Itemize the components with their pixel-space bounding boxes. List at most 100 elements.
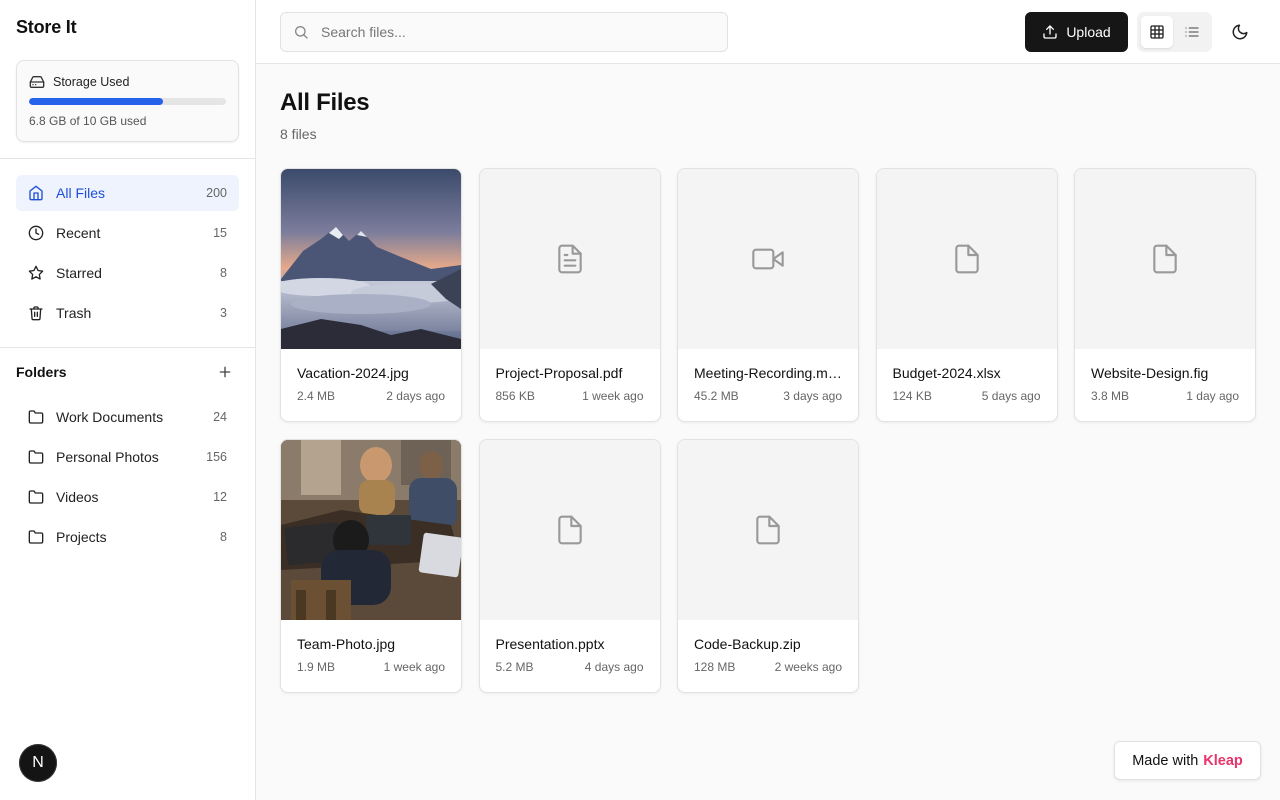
file-size: 128 MB [694, 660, 736, 674]
folder-count: 12 [213, 490, 227, 504]
folder-item-videos[interactable]: Videos 12 [16, 479, 239, 515]
upload-icon [1042, 24, 1058, 40]
view-toggle [1137, 12, 1212, 52]
folder-count: 24 [213, 410, 227, 424]
file-card[interactable]: Team-Photo.jpg 1.9 MB 1 week ago [280, 439, 462, 693]
folders-title: Folders [16, 364, 67, 380]
folder-icon [28, 489, 44, 505]
sidebar-item-label: All Files [56, 185, 106, 201]
folder-item-projects[interactable]: Projects 8 [16, 519, 239, 555]
folder-label: Videos [56, 489, 99, 505]
main-nav: All Files 200 Recent 15 Starred 8 Trash … [16, 175, 239, 335]
avatar[interactable]: N [19, 744, 57, 782]
file-name: Website-Design.fig [1091, 365, 1209, 381]
file-thumbnail [281, 440, 461, 620]
file-thumbnail [479, 440, 660, 620]
list-icon [1185, 27, 1199, 37]
file-date: 2 weeks ago [774, 660, 842, 674]
search-input[interactable] [321, 24, 701, 40]
app-title: Store It [16, 17, 77, 37]
plus-icon [219, 366, 231, 378]
sidebar-item-count: 8 [220, 266, 227, 280]
file-size: 856 KB [495, 389, 535, 403]
file-icon [954, 244, 979, 274]
file-thumbnail [281, 169, 461, 349]
file-card[interactable]: Website-Design.fig 3.8 MB 1 day ago [1074, 168, 1256, 422]
document-icon [557, 244, 582, 274]
file-name: Team-Photo.jpg [297, 636, 396, 652]
storage-progress-fill [29, 98, 163, 105]
file-icon [557, 515, 582, 545]
hard-drive-icon [29, 74, 45, 90]
file-date: 1 day ago [1186, 389, 1239, 403]
folder-label: Personal Photos [56, 449, 159, 465]
file-icon [756, 515, 780, 545]
sidebar-item-all-files[interactable]: All Files 200 [16, 175, 239, 211]
file-name: Code-Backup.zip [694, 636, 801, 652]
file-thumbnail [1075, 169, 1255, 349]
file-size: 1.9 MB [297, 660, 336, 674]
video-icon [752, 248, 784, 270]
storage-title: Storage Used [53, 75, 130, 89]
sidebar-item-label: Trash [56, 305, 92, 321]
file-size: 45.2 MB [694, 389, 739, 403]
sidebar-divider [0, 158, 255, 159]
file-date: 2 days ago [386, 389, 445, 403]
sidebar-item-starred[interactable]: Starred 8 [16, 255, 239, 291]
file-name: Project-Proposal.pdf [495, 365, 623, 381]
sidebar-item-count: 15 [213, 226, 227, 240]
folder-count: 8 [220, 530, 227, 544]
upload-button[interactable]: Upload [1025, 12, 1128, 52]
file-card[interactable]: Vacation-2024.jpg 2.4 MB 2 days ago [280, 168, 462, 422]
team-photo [281, 440, 461, 620]
made-with-kleap-badge[interactable]: Made with Kleap [1114, 741, 1261, 780]
moon-icon [1232, 24, 1248, 40]
top-bar: Upload [256, 0, 1280, 64]
folder-icon [28, 529, 44, 545]
folder-list: Work Documents 24 Personal Photos 156 Vi… [16, 399, 239, 559]
sidebar-item-label: Recent [56, 225, 101, 241]
sidebar-item-recent[interactable]: Recent 15 [16, 215, 239, 251]
storage-card: Storage Used 6.8 GB of 10 GB used [16, 60, 239, 142]
theme-toggle-button[interactable] [1222, 14, 1258, 50]
sidebar-item-label: Starred [56, 265, 102, 281]
search-icon [293, 24, 309, 40]
file-thumbnail [678, 440, 858, 620]
file-name: Presentation.pptx [495, 636, 605, 652]
file-card[interactable]: Project-Proposal.pdf 856 KB 1 week ago [478, 168, 661, 422]
folder-count: 156 [206, 450, 227, 464]
file-grid: Vacation-2024.jpg 2.4 MB 2 days ago Proje… [280, 168, 1256, 693]
file-card[interactable]: Presentation.pptx 5.2 MB 4 days ago [478, 439, 661, 693]
file-card[interactable]: Code-Backup.zip 128 MB 2 weeks ago [677, 439, 859, 693]
file-count: 8 files [280, 126, 317, 142]
file-date: 1 week ago [383, 660, 445, 674]
file-thumbnail [678, 169, 858, 349]
storage-progress-bar [29, 98, 226, 105]
file-icon [1153, 244, 1177, 274]
file-card[interactable]: Budget-2024.xlsx 124 KB 5 days ago [875, 168, 1058, 422]
folder-item-personal-photos[interactable]: Personal Photos 156 [16, 439, 239, 475]
file-name: Meeting-Recording.mp4 [694, 365, 842, 381]
folder-label: Projects [56, 529, 107, 545]
sidebar: Store It Storage Used 6.8 GB of 10 GB us… [0, 0, 256, 800]
file-card[interactable]: Meeting-Recording.mp4 45.2 MB 3 days ago [677, 168, 859, 422]
file-size: 3.8 MB [1091, 389, 1130, 403]
sidebar-divider [0, 347, 255, 348]
file-date: 1 week ago [582, 389, 644, 403]
clock-icon [28, 225, 44, 241]
sidebar-item-count: 3 [220, 306, 227, 320]
folders-header: Folders [16, 364, 239, 380]
badge-brand: Kleap [1203, 752, 1243, 769]
file-name: Vacation-2024.jpg [297, 365, 409, 381]
file-thumbnail [479, 169, 660, 349]
sidebar-item-trash[interactable]: Trash 3 [16, 295, 239, 331]
grid-icon [1150, 25, 1164, 39]
folder-item-work-documents[interactable]: Work Documents 24 [16, 399, 239, 435]
sidebar-item-count: 200 [206, 186, 227, 200]
search-box [280, 12, 728, 52]
grid-view-button[interactable] [1141, 16, 1173, 48]
list-view-button[interactable] [1177, 16, 1209, 48]
file-name: Budget-2024.xlsx [892, 365, 1001, 381]
folder-icon [28, 409, 44, 425]
add-folder-button[interactable] [217, 364, 233, 380]
